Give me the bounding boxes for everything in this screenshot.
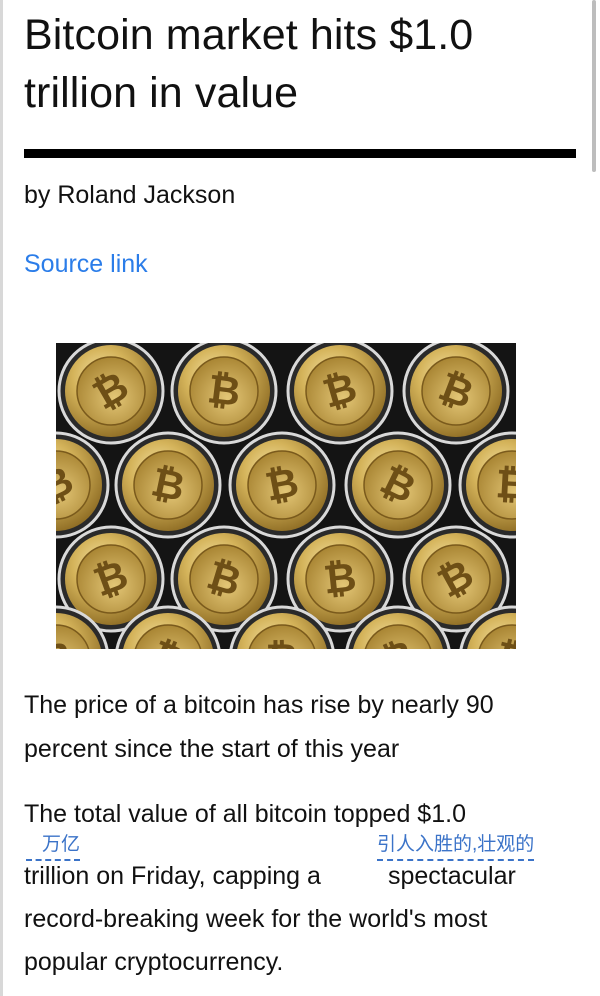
paragraph-2-line-1: The total value of all bitcoin topped $1… xyxy=(24,800,466,828)
scrollbar[interactable] xyxy=(592,0,596,172)
translation-gloss-trillion[interactable]: 万亿 xyxy=(26,834,81,861)
translation-gloss-spectacular[interactable]: 引人入胜的,壮观的 xyxy=(377,834,535,861)
source-link[interactable]: Source link xyxy=(24,248,148,280)
paragraph-2-line-3: record-breaking week for the world's mos… xyxy=(24,905,488,933)
paragraph-2-word-spectacular: spectacular xyxy=(388,862,516,890)
svg-text:₿: ₿ xyxy=(265,636,298,649)
article-title: Bitcoin market hits $1.0 trillion in val… xyxy=(24,11,474,117)
bitcoin-coin-icon: ₿ xyxy=(228,431,336,539)
paragraph-2-line-2: trillion on Friday, capping a xyxy=(24,862,321,890)
paragraph-2-line-4: popular cryptocurrency. xyxy=(24,948,284,976)
title-rule xyxy=(24,149,576,158)
left-edge-divider xyxy=(0,0,3,996)
svg-text:₿: ₿ xyxy=(321,554,358,603)
bitcoin-coin-icon: ₿ xyxy=(57,343,165,445)
bitcoin-coin-icon: ₿ xyxy=(286,343,394,445)
svg-text:₿: ₿ xyxy=(205,366,243,416)
article-page: Bitcoin market hits $1.0 trillion in val… xyxy=(0,0,600,996)
svg-text:₿: ₿ xyxy=(495,461,516,509)
article-image: ₿₿₿₿₿₿₿₿₿₿₿₿₿₿₿₿₿₿₿₿ xyxy=(56,343,516,649)
article-paragraph-1: The price of a bitcoin has rise by nearl… xyxy=(24,691,494,763)
bitcoin-coin-icon: ₿ xyxy=(344,431,452,539)
bitcoin-coin-icon: ₿ xyxy=(114,431,222,539)
byline: by Roland Jackson xyxy=(24,181,236,209)
bitcoin-coin-icon: ₿ xyxy=(170,343,278,445)
bitcoin-coin-icon: ₿ xyxy=(402,343,510,445)
